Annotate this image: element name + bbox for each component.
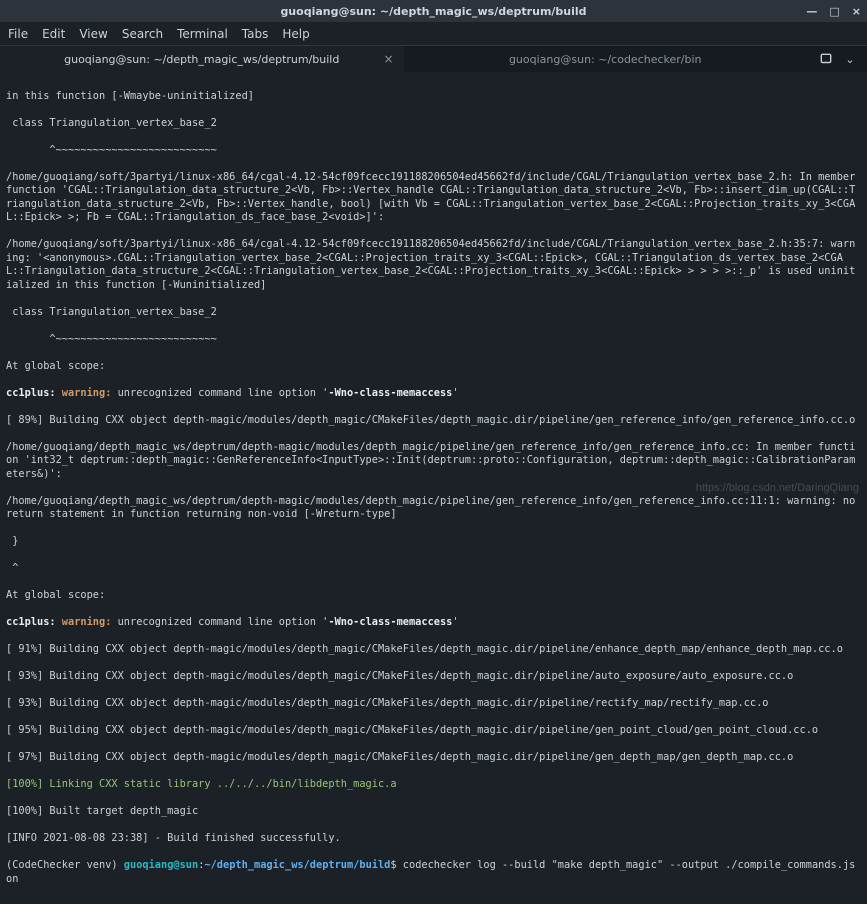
tab-label: guoqiang@sun: ~/depth_magic_ws/deptrum/b… — [64, 53, 339, 66]
output-line: /home/guoqiang/depth_magic_ws/deptrum/de… — [6, 441, 861, 482]
tab-dropdown-icon[interactable]: ⌄ — [845, 53, 854, 66]
close-button[interactable]: × — [852, 5, 861, 18]
menu-edit[interactable]: Edit — [42, 27, 65, 41]
output-line: [ 91%] Building CXX object depth-magic/m… — [6, 643, 861, 657]
output-line: At global scope: — [6, 589, 861, 603]
window-controls: — □ × — [806, 0, 861, 22]
menu-help[interactable]: Help — [282, 27, 309, 41]
output-line: /home/guoqiang/soft/3partyi/linux-x86_64… — [6, 171, 861, 225]
output-line: [ 95%] Building CXX object depth-magic/m… — [6, 724, 861, 738]
output-line: /home/guoqiang/depth_magic_ws/deptrum/de… — [6, 495, 861, 522]
output-line: [ 93%] Building CXX object depth-magic/m… — [6, 670, 861, 684]
output-line: [INFO 2021-08-08 23:38] - Build finished… — [6, 832, 861, 846]
output-line: [ 93%] Building CXX object depth-magic/m… — [6, 697, 861, 711]
output-line: At global scope: — [6, 360, 861, 374]
tab-close-icon[interactable]: × — [383, 52, 393, 66]
terminal-output[interactable]: in this function [-Wmaybe-uninitialized]… — [0, 72, 867, 904]
tab-bar: guoqiang@sun: ~/depth_magic_ws/deptrum/b… — [0, 46, 867, 72]
output-line: [ 97%] Building CXX object depth-magic/m… — [6, 751, 861, 765]
minimize-button[interactable]: — — [806, 5, 817, 18]
menu-terminal[interactable]: Terminal — [177, 27, 228, 41]
terminal-tab-1[interactable]: guoqiang@sun: ~/depth_magic_ws/deptrum/b… — [0, 46, 404, 72]
new-tab-icon[interactable] — [819, 52, 833, 66]
menu-view[interactable]: View — [79, 27, 107, 41]
menu-search[interactable]: Search — [122, 27, 163, 41]
menu-bar: File Edit View Search Terminal Tabs Help — [0, 22, 867, 46]
output-line: [100%] Built target depth_magic — [6, 805, 861, 819]
prompt-line[interactable]: (CodeChecker venv) guoqiang@sun:~/depth_… — [6, 859, 861, 886]
menu-tabs[interactable]: Tabs — [242, 27, 269, 41]
window-title: guoqiang@sun: ~/depth_magic_ws/deptrum/b… — [280, 5, 586, 18]
output-line: ^ — [6, 562, 861, 576]
output-line: class Triangulation_vertex_base_2 — [6, 306, 861, 320]
output-line: cc1plus: warning: unrecognized command l… — [6, 387, 861, 401]
output-line: [100%] Linking CXX static library ../../… — [6, 778, 861, 792]
output-line: ^~~~~~~~~~~~~~~~~~~~~~~~~~~ — [6, 333, 861, 347]
tab-label: guoqiang@sun: ~/codechecker/bin — [509, 53, 702, 66]
output-line: /home/guoqiang/soft/3partyi/linux-x86_64… — [6, 238, 861, 292]
terminal-tab-2[interactable]: guoqiang@sun: ~/codechecker/bin — [404, 46, 808, 72]
output-line: } — [6, 535, 861, 549]
tab-actions: ⌄ — [807, 46, 867, 72]
output-line: in this function [-Wmaybe-uninitialized] — [6, 90, 861, 104]
menu-file[interactable]: File — [8, 27, 28, 41]
output-line: class Triangulation_vertex_base_2 — [6, 117, 861, 131]
maximize-button[interactable]: □ — [829, 5, 839, 18]
output-line: [ 89%] Building CXX object depth-magic/m… — [6, 414, 861, 428]
output-line: cc1plus: warning: unrecognized command l… — [6, 616, 861, 630]
window-titlebar: guoqiang@sun: ~/depth_magic_ws/deptrum/b… — [0, 0, 867, 22]
output-line: ^~~~~~~~~~~~~~~~~~~~~~~~~~~ — [6, 144, 861, 158]
